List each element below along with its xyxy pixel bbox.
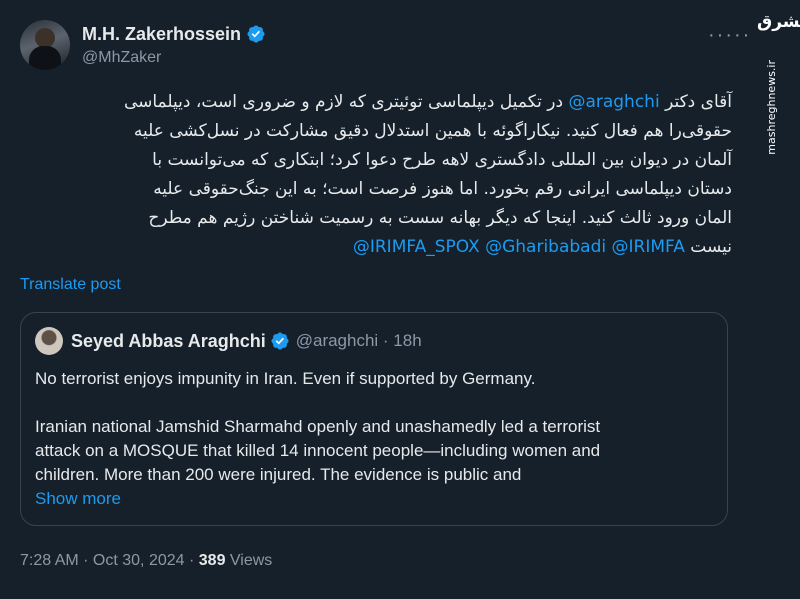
author-name[interactable]: M.H. Zakerhossein <box>82 24 241 45</box>
quoted-tweet-header: Seyed Abbas Araghchi @araghchi · 18h <box>35 327 422 355</box>
quoted-author-avatar[interactable] <box>35 327 63 355</box>
mention-link[interactable]: @araghchi <box>568 92 659 112</box>
tweet-header: M.H. Zakerhossein @MhZaker <box>20 20 266 70</box>
author-name-row: M.H. Zakerhossein <box>82 24 266 45</box>
author-avatar[interactable] <box>20 20 70 70</box>
translate-post-link[interactable]: Translate post <box>20 276 121 294</box>
verified-badge-icon <box>271 332 289 350</box>
timestamp[interactable]: 7:28 AM · Oct 30, 2024 · <box>20 552 199 569</box>
mention-links[interactable]: @IRIMFA_SPOX @Gharibabadi @IRIMFA <box>353 237 685 257</box>
author-handle[interactable]: @MhZaker <box>82 49 266 67</box>
watermark-logo: مشرق <box>757 12 800 32</box>
quoted-paragraph: No terrorist enjoys impunity in Iran. Ev… <box>35 369 536 388</box>
quoted-handle-time: @araghchi · 18h <box>295 331 422 350</box>
tweet-line: آلمان در دیوان بین المللی دادگستری لاهه … <box>152 150 732 170</box>
show-more-link[interactable]: Show more <box>35 487 715 511</box>
tweet-text: آقای دکتر @araghchi در تکمیل دیپلماسی تو… <box>20 88 732 262</box>
tweet-text-fragment: در تکمیل دیپلماسی توئیتری که لازم و ضرور… <box>123 92 569 112</box>
tweet-line: دستان دیپلماسی ایرانی رقم بخورد. اما هنو… <box>153 179 732 199</box>
tweet-line: حقوقی‌را هم فعال کنید. نیکاراگوئه با همی… <box>133 121 732 141</box>
tweet-text-fragment: نیست <box>684 237 732 257</box>
quoted-line: children. More than 200 were injured. Th… <box>35 465 522 484</box>
tweet-line: نیست @IRIMFA_SPOX @Gharibabadi @IRIMFA <box>20 233 732 262</box>
tweet-footer: 7:28 AM · Oct 30, 2024 · 389 Views <box>20 552 272 570</box>
quoted-line: Iranian national Jamshid Sharmahd openly… <box>35 417 601 436</box>
tweet-line: آقای دکتر @araghchi در تکمیل دیپلماسی تو… <box>20 88 732 117</box>
quoted-tweet-body: No terrorist enjoys impunity in Iran. Ev… <box>35 367 715 511</box>
quoted-author-name[interactable]: Seyed Abbas Araghchi <box>71 331 266 352</box>
views-count: 389 <box>198 552 226 569</box>
tweet-line: المان ورود ثالث کنید. اینجا که دیگر بهان… <box>148 208 732 228</box>
verified-badge-icon <box>247 25 265 43</box>
quoted-line: attack on a MOSQUE that killed 14 innoce… <box>35 441 601 460</box>
tweet-text-fragment: آقای دکتر <box>659 92 732 112</box>
views-label: Views <box>225 552 273 569</box>
watermark-site: mashreghnews.ir <box>765 60 778 155</box>
author-names: M.H. Zakerhossein @MhZaker <box>82 24 266 67</box>
quoted-tweet[interactable]: Seyed Abbas Araghchi @araghchi · 18h No … <box>20 312 728 526</box>
